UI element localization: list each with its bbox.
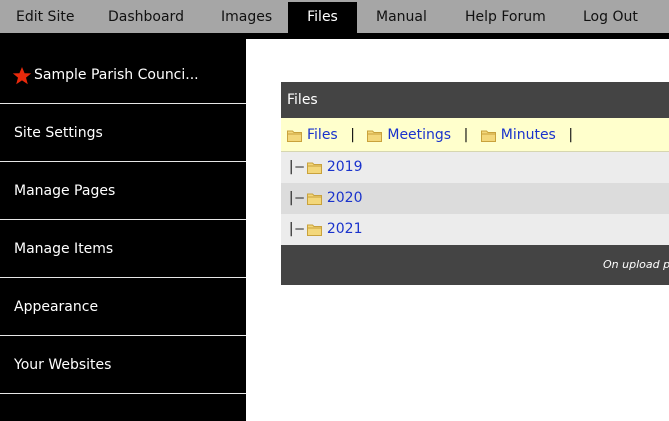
folder-link-2021[interactable]: 2021 (306, 221, 363, 237)
sidebar-item-label: Manage Items (14, 241, 114, 257)
breadcrumb-label: Files (307, 127, 338, 143)
tab-help-forum[interactable]: Help Forum (465, 2, 546, 33)
folder-row: |— 2019 (281, 152, 669, 183)
files-panel: Files Files | Meetings | Minutes | |— 201… (281, 82, 669, 285)
upload-note: On upload p (281, 245, 669, 285)
breadcrumb-label: Meetings (387, 127, 452, 143)
folder-icon (306, 193, 322, 205)
breadcrumb-label: Minutes (500, 127, 556, 143)
sidebar-item-your-websites[interactable]: Your Websites (0, 336, 246, 394)
folder-name: 2020 (326, 190, 363, 206)
sidebar-item-label: Appearance (14, 299, 99, 315)
folder-link-2020[interactable]: 2020 (306, 190, 363, 206)
folder-name: 2019 (326, 159, 363, 175)
tab-manual[interactable]: Manual (376, 2, 427, 33)
folder-link-2019[interactable]: 2019 (306, 159, 363, 175)
tab-dashboard[interactable]: Dashboard (108, 2, 184, 33)
breadcrumb-minutes[interactable]: Minutes (476, 127, 560, 143)
sidebar-site-link[interactable]: Sample Parish Counci... (0, 46, 246, 104)
sidebar-item-manage-items[interactable]: Manage Items (0, 220, 246, 278)
top-navigation: Edit Site Dashboard Images Files Manual … (0, 0, 669, 33)
panel-title: Files (281, 82, 669, 118)
tab-edit-site[interactable]: Edit Site (16, 2, 74, 33)
star-icon (12, 67, 32, 85)
breadcrumb: Files | Meetings | Minutes | (281, 118, 669, 152)
folder-icon (287, 130, 302, 142)
folder-icon (480, 130, 496, 142)
tree-branch: |— (287, 221, 304, 237)
site-name: Sample Parish Counci... (34, 67, 199, 83)
tab-log-out[interactable]: Log Out (583, 2, 638, 33)
folder-name: 2021 (326, 221, 363, 237)
main-content: Files Files | Meetings | Minutes | |— 201… (246, 39, 669, 421)
folder-row: |— 2020 (281, 183, 669, 214)
sidebar-item-manage-pages[interactable]: Manage Pages (0, 162, 246, 220)
tab-files[interactable]: Files (288, 2, 357, 33)
breadcrumb-separator: | (350, 127, 355, 143)
sidebar-item-label: Manage Pages (14, 183, 116, 199)
tree-branch: |— (287, 159, 304, 175)
tab-images[interactable]: Images (221, 2, 272, 33)
sidebar: Sample Parish Counci... Site Settings Ma… (0, 39, 246, 421)
sidebar-item-label: Site Settings (14, 125, 103, 141)
folder-icon (306, 224, 322, 236)
breadcrumb-meetings[interactable]: Meetings (363, 127, 456, 143)
sidebar-item-appearance[interactable]: Appearance (0, 278, 246, 336)
sidebar-item-site-settings[interactable]: Site Settings (0, 104, 246, 162)
breadcrumb-separator: | (463, 127, 469, 143)
breadcrumb-files[interactable]: Files (287, 127, 342, 143)
folder-row: |— 2021 (281, 214, 669, 245)
folder-icon (367, 130, 383, 142)
breadcrumb-separator: | (568, 127, 574, 143)
sidebar-item-label: Your Websites (14, 357, 112, 373)
tree-branch: |— (287, 190, 304, 206)
folder-icon (306, 162, 322, 174)
